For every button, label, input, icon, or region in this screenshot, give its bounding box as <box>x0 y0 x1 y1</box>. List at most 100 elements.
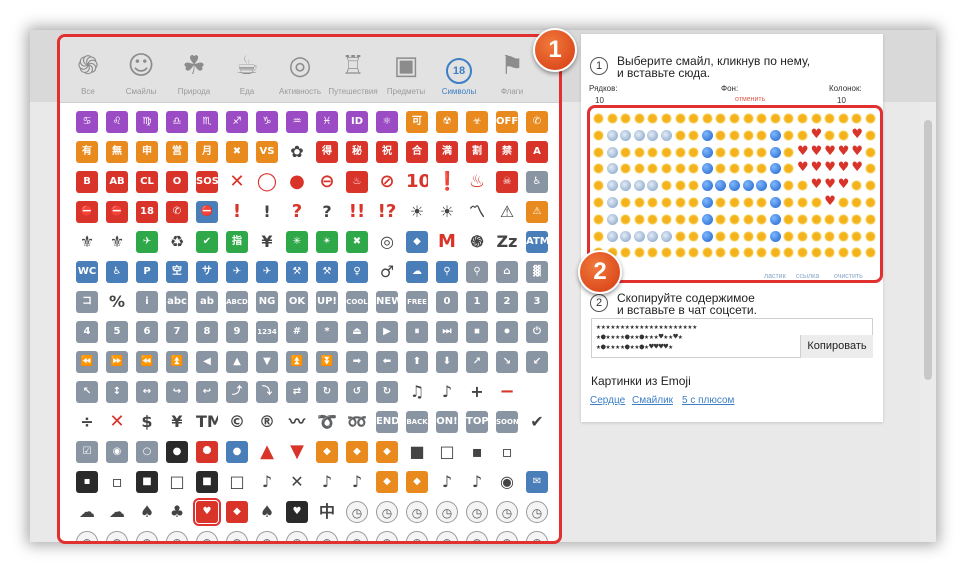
canvas-cell-sun[interactable] <box>851 113 863 124</box>
canvas-cell-sun[interactable] <box>633 247 645 259</box>
category-tab-7[interactable]: 18 Символы <box>437 37 481 103</box>
emoji-cell[interactable]: Zz <box>496 231 518 253</box>
emoji-cell[interactable]: ◉ <box>496 471 518 493</box>
emoji-cell[interactable]: M <box>436 231 458 253</box>
canvas-cell-sun[interactable] <box>593 113 604 124</box>
cols-input[interactable]: 10 <box>837 96 846 105</box>
emoji-cell[interactable]: !! <box>346 201 368 223</box>
canvas-cell-sun[interactable] <box>865 113 876 124</box>
canvas-cell-sun[interactable] <box>810 230 822 242</box>
emoji-cell[interactable]: ABCD <box>226 291 248 313</box>
canvas-cell-sun[interactable] <box>824 213 836 225</box>
emoji-cell[interactable]: ♌ <box>106 111 128 133</box>
emoji-cell[interactable]: ▼ <box>286 441 308 463</box>
emoji-cell[interactable]: ⏬ <box>316 351 338 373</box>
canvas-cell-heart[interactable] <box>824 194 836 209</box>
emoji-cell[interactable]: WC <box>76 261 98 283</box>
emoji-cell[interactable]: 7 <box>166 321 188 343</box>
emoji-cell[interactable]: ♣ <box>166 501 188 523</box>
emoji-cell[interactable]: ▶ <box>376 321 398 343</box>
canvas-cell-ball[interactable] <box>715 180 727 192</box>
canvas-cell-sun[interactable] <box>783 146 795 158</box>
canvas-cell-globe[interactable] <box>606 146 618 158</box>
canvas-cell-sun[interactable] <box>674 146 686 158</box>
emoji-cell[interactable]: ◆ <box>406 231 428 253</box>
emoji-cell[interactable]: ✔ <box>196 231 218 253</box>
canvas-cell-ball[interactable] <box>769 230 781 242</box>
emoji-cell[interactable]: ◷ <box>76 531 98 541</box>
canvas-cell-heart[interactable] <box>824 177 836 192</box>
canvas-cell-sun[interactable] <box>620 146 632 158</box>
emoji-cell[interactable]: ↖ <box>76 381 98 403</box>
emoji-cell[interactable]: コ <box>76 291 98 313</box>
canvas-cell-sun[interactable] <box>715 197 727 208</box>
canvas-cell-sun[interactable] <box>715 129 727 141</box>
canvas-cell-sun[interactable] <box>742 113 754 124</box>
emoji-cell[interactable]: ♏ <box>196 111 218 133</box>
canvas-cell-ball[interactable] <box>769 180 781 192</box>
canvas-cell-heart[interactable] <box>811 144 823 159</box>
emoji-cell[interactable]: ♂ <box>376 261 398 283</box>
emoji-cell[interactable]: COOL <box>346 291 368 313</box>
emoji-cell[interactable]: END <box>376 411 398 433</box>
category-tab-2[interactable]: ☘ Природа <box>172 37 216 103</box>
emoji-cell[interactable]: ⏏ <box>346 321 368 343</box>
emoji-cell[interactable]: AB <box>106 171 128 193</box>
emoji-cell[interactable]: ☁ <box>406 261 428 283</box>
emoji-cell[interactable]: ◷ <box>496 531 518 541</box>
emoji-cell[interactable]: ⏻ <box>526 321 548 343</box>
canvas-cell-sun[interactable] <box>756 230 768 242</box>
emoji-cell[interactable]: ⤵ <box>256 381 278 403</box>
emoji-cell[interactable]: 可 <box>406 111 428 133</box>
canvas-cell-ball[interactable] <box>701 230 713 242</box>
canvas-cell-globe[interactable] <box>620 180 632 192</box>
emoji-cell[interactable]: ⚛ <box>376 111 398 133</box>
category-tab-1[interactable]: ☺ Смайлы <box>119 37 163 103</box>
emoji-cell[interactable]: ⯃ <box>196 441 218 463</box>
emoji-cell[interactable]: ▲ <box>256 441 278 463</box>
canvas-cell-ball[interactable] <box>729 180 740 192</box>
emoji-cell[interactable]: ? <box>286 201 308 223</box>
canvas-cell-heart[interactable] <box>851 144 863 159</box>
canvas-cell-globe[interactable] <box>647 230 659 242</box>
emoji-cell[interactable]: ☢ <box>436 111 458 133</box>
emoji-cell[interactable]: ♫ <box>406 381 428 403</box>
emoji-cell[interactable]: 3 <box>526 291 548 313</box>
emoji-cell[interactable]: ⤴ <box>226 381 248 403</box>
emoji-cell[interactable]: 申 <box>136 141 158 163</box>
canvas-cell-sun[interactable] <box>756 247 768 259</box>
emoji-cell[interactable]: ▓ <box>526 261 548 283</box>
canvas-cell-sun[interactable] <box>851 247 863 259</box>
eraser-link[interactable]: ластик <box>764 273 786 280</box>
emoji-cell[interactable]: NG <box>256 291 278 313</box>
canvas-cell-heart[interactable] <box>838 177 850 192</box>
emoji-cell[interactable]: 〽 <box>466 201 488 223</box>
emoji-cell[interactable]: □ <box>436 441 458 463</box>
emoji-canvas[interactable]: ластик ссылка очистить <box>587 105 883 283</box>
emoji-cell[interactable]: ◷ <box>436 501 458 523</box>
emoji-cell[interactable]: ✴ <box>316 231 338 253</box>
canvas-cell-sun[interactable] <box>606 113 618 124</box>
canvas-cell-sun[interactable] <box>688 129 700 141</box>
emoji-cell[interactable]: ◆ <box>376 441 398 463</box>
canvas-cell-sun[interactable] <box>837 213 849 225</box>
emoji-cell[interactable]: abc <box>166 291 188 313</box>
emoji-cell[interactable]: ● <box>226 441 248 463</box>
canvas-cell-sun[interactable] <box>865 213 876 225</box>
emoji-cell[interactable]: 有 <box>76 141 98 163</box>
emoji-cell[interactable]: ◆ <box>406 471 428 493</box>
bg-cancel-link[interactable]: отменить <box>735 96 765 103</box>
emoji-cell[interactable]: ON! <box>436 411 458 433</box>
emoji-cell[interactable]: 4 <box>76 321 98 343</box>
emoji-cell[interactable]: ✳ <box>286 231 308 253</box>
emoji-cell[interactable]: + <box>466 381 488 403</box>
emoji-cell[interactable]: ♑ <box>256 111 278 133</box>
canvas-cell-sun[interactable] <box>865 129 876 141</box>
canvas-cell-ball[interactable] <box>742 180 754 192</box>
canvas-cell-sun[interactable] <box>661 197 672 208</box>
emoji-cell[interactable]: ! <box>256 201 278 223</box>
emoji-cell[interactable]: 満 <box>436 141 458 163</box>
canvas-cell-sun[interactable] <box>647 197 659 208</box>
canvas-cell-sun[interactable] <box>647 163 659 175</box>
emoji-cell[interactable]: CL <box>136 171 158 193</box>
